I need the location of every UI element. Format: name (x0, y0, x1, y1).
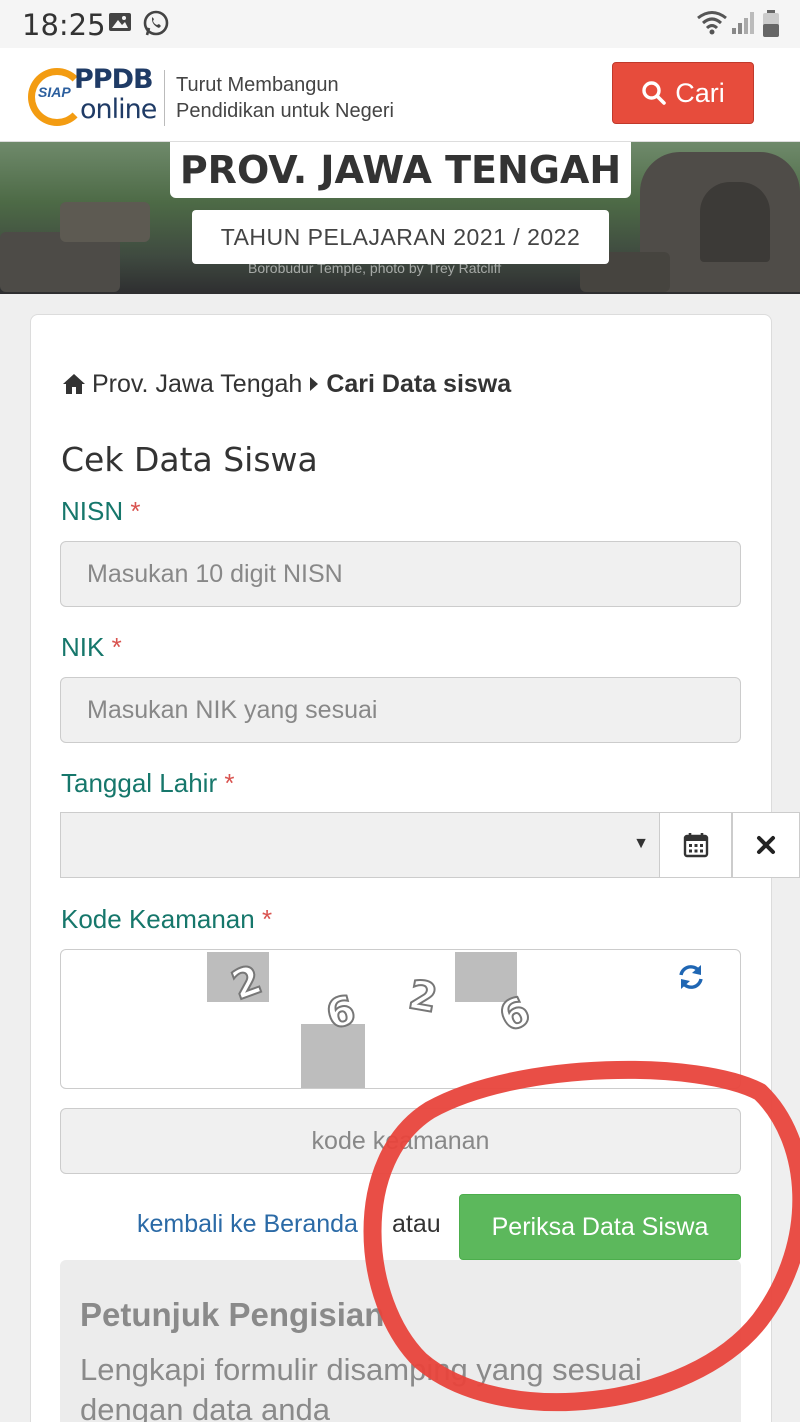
dropdown-caret-icon: ▼ (633, 835, 649, 852)
search-button-label: Cari (675, 77, 725, 108)
close-icon (757, 836, 775, 854)
search-button[interactable]: Cari (612, 62, 754, 124)
search-icon (642, 81, 667, 105)
nisn-input[interactable] (60, 541, 741, 607)
hero-banner: PROV. JAWA TENGAH TAHUN PELAJARAN 2021 /… (0, 142, 800, 294)
captcha-label-text: Kode Keamanan (61, 904, 255, 934)
logo-online-text: online (80, 94, 157, 125)
clear-date-button[interactable] (732, 812, 800, 878)
captcha-refresh-button[interactable] (676, 962, 706, 997)
home-icon (63, 374, 85, 394)
nisn-label: NISN * (61, 496, 140, 527)
calendar-button[interactable] (659, 812, 732, 878)
or-text: atau (392, 1210, 441, 1238)
breadcrumb-current: Cari Data siswa (326, 369, 512, 398)
dob-select[interactable]: ▼ (60, 812, 659, 878)
status-time: 18:25 (22, 8, 106, 42)
logo-siap-text: SIAP (38, 84, 71, 100)
tagline-line-2: Pendidikan untuk Negeri (176, 100, 394, 122)
hero-stone (700, 182, 770, 262)
status-bar: 18:25 (0, 0, 800, 48)
check-student-data-button[interactable]: Periksa Data Siswa (459, 1194, 741, 1260)
nik-input[interactable] (60, 677, 741, 743)
captcha-label: Kode Keamanan * (61, 904, 272, 935)
required-mark: * (261, 904, 273, 934)
required-mark: * (130, 496, 141, 526)
header-divider (164, 70, 165, 126)
tagline-line-1: Turut Membangun (176, 74, 339, 96)
battery-icon (762, 10, 780, 43)
instructions-title: Petunjuk Pengisian (80, 1296, 385, 1333)
nisn-label-text: NISN (61, 496, 124, 526)
wifi-icon (696, 10, 728, 41)
captcha-input[interactable] (60, 1108, 741, 1174)
captcha-char: 2 (404, 971, 441, 1023)
gallery-notification-icon (108, 10, 132, 39)
dob-label-text: Tanggal Lahir (61, 768, 218, 798)
calendar-icon (683, 833, 708, 858)
required-mark: * (111, 632, 122, 662)
hero-stone (60, 202, 150, 242)
ppdb-online-logo[interactable]: SIAP PPDB online (28, 64, 157, 128)
back-to-home-link[interactable]: kembali ke Beranda (137, 1210, 358, 1239)
hero-academic-year: TAHUN PELAJARAN 2021 / 2022 (192, 210, 609, 264)
dob-label: Tanggal Lahir * (61, 768, 234, 799)
nik-label-text: NIK (61, 632, 105, 662)
hero-title: PROV. JAWA TENGAH (170, 142, 631, 198)
site-header: SIAP PPDB online Turut Membangun Pendidi… (0, 48, 800, 142)
captcha-char: 6 (492, 987, 539, 1042)
instructions-text: Lengkapi formulir disamping yang sesuai … (80, 1352, 642, 1422)
captcha-image: 2 6 2 6 (60, 949, 741, 1089)
whatsapp-notification-icon (142, 10, 170, 43)
header-tagline: Turut Membangun Pendidikan untuk Negeri (176, 72, 394, 124)
nik-label: NIK * (61, 632, 122, 663)
breadcrumb: Prov. Jawa Tengah Cari Data siswa (62, 366, 511, 402)
logo-ppdb-text: PPDB (74, 64, 154, 95)
refresh-icon (679, 965, 703, 989)
required-mark: * (224, 768, 235, 798)
caret-right-icon (310, 377, 319, 391)
hero-photo-credit: Borobudur Temple, photo by Trey Ratcliff (248, 260, 502, 276)
signal-icon (732, 10, 754, 41)
breadcrumb-home-link[interactable]: Prov. Jawa Tengah (92, 370, 302, 399)
page-title: Cek Data Siswa (61, 440, 318, 479)
check-button-label: Periksa Data Siswa (491, 1212, 709, 1241)
